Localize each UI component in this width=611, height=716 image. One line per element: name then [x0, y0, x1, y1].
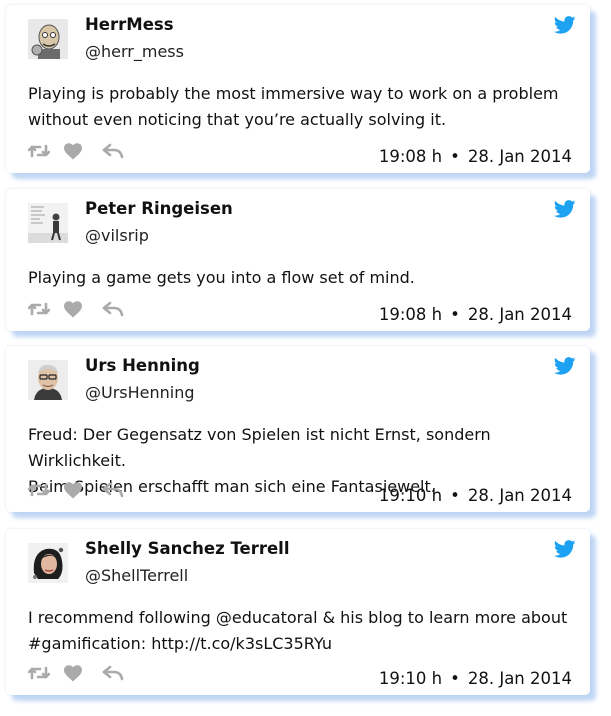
author-name[interactable]: HerrMess: [85, 15, 174, 34]
author-name[interactable]: Peter Ringeisen: [85, 199, 233, 218]
tweet-date: 28. Jan 2014: [467, 486, 572, 505]
author-handle[interactable]: @vilsrip: [85, 226, 149, 245]
tweet-actions: [27, 300, 124, 322]
separator-dot: •: [450, 486, 460, 505]
tweet-timestamp[interactable]: 19:10 h • 28. Jan 2014: [379, 669, 572, 688]
tweet-card[interactable]: Urs Henning @UrsHenning Freud: Der Gegen…: [6, 346, 590, 512]
author-handle[interactable]: @ShellTerrell: [85, 566, 188, 585]
tweet-text-line: without even noticing that you’re actual…: [28, 110, 447, 129]
retweet-icon[interactable]: [27, 481, 51, 503]
author-name[interactable]: Shelly Sanchez Terrell: [85, 539, 290, 558]
tweet-text: I recommend following @educatoral & his …: [28, 605, 573, 657]
avatar[interactable]: [28, 360, 68, 400]
twitter-bird-icon[interactable]: [554, 540, 576, 558]
tweet-time: 19:10 h: [378, 669, 443, 688]
reply-icon[interactable]: [102, 482, 124, 502]
tweet-text-line: Freud: Der Gegensatz von Spielen ist nic…: [28, 425, 491, 470]
twitter-bird-icon[interactable]: [554, 200, 576, 218]
separator-dot: •: [450, 669, 460, 688]
tweet-card[interactable]: HerrMess @herr_mess Playing is probably …: [6, 5, 590, 173]
heart-icon[interactable]: [64, 142, 82, 164]
tweet-date: 28. Jan 2014: [467, 147, 572, 166]
tweet-text: Playing is probably the most immersive w…: [28, 81, 573, 133]
separator-dot: •: [450, 147, 460, 166]
tweet-actions: [27, 664, 124, 686]
retweet-icon[interactable]: [27, 142, 51, 164]
avatar-image: [28, 360, 68, 400]
tweet-text: Playing a game gets you into a flow set …: [28, 265, 573, 291]
reply-icon[interactable]: [102, 665, 124, 685]
tweet-text-line: #gamification: http://t.co/k3sLC35RYu: [28, 634, 332, 653]
avatar[interactable]: [28, 19, 68, 59]
tweet-date: 28. Jan 2014: [467, 669, 572, 688]
tweet-time: 19:10 h: [378, 486, 443, 505]
tweet-text-line: I recommend following @educatoral & his …: [28, 608, 568, 627]
reply-icon[interactable]: [102, 143, 124, 163]
tweet-time: 19:08 h: [378, 147, 443, 166]
heart-icon[interactable]: [64, 664, 82, 686]
author-handle[interactable]: @UrsHenning: [85, 383, 195, 402]
tweet-actions: [27, 142, 124, 164]
avatar[interactable]: [28, 203, 68, 243]
tweet-text-line: Playing is probably the most immersive w…: [28, 84, 559, 103]
retweet-icon[interactable]: [27, 300, 51, 322]
tweet-feed: HerrMess @herr_mess Playing is probably …: [0, 0, 611, 716]
heart-icon[interactable]: [64, 300, 82, 322]
twitter-bird-icon[interactable]: [554, 357, 576, 375]
tweet-text-line: Playing a game gets you into a flow set …: [28, 268, 415, 287]
tweet-time: 19:08 h: [378, 305, 443, 324]
avatar-image: [28, 19, 68, 59]
tweet-card[interactable]: Peter Ringeisen @vilsrip Playing a game …: [6, 189, 590, 331]
separator-dot: •: [450, 305, 460, 324]
tweet-timestamp[interactable]: 19:08 h • 28. Jan 2014: [379, 305, 572, 324]
tweet-actions: [27, 481, 124, 503]
tweet-card[interactable]: Shelly Sanchez Terrell @ShellTerrell I r…: [6, 529, 590, 695]
tweet-timestamp[interactable]: 19:10 h • 28. Jan 2014: [379, 486, 572, 505]
heart-icon[interactable]: [64, 481, 82, 503]
avatar[interactable]: [28, 543, 68, 583]
author-name[interactable]: Urs Henning: [85, 356, 200, 375]
tweet-timestamp[interactable]: 19:08 h • 28. Jan 2014: [379, 147, 572, 166]
tweet-date: 28. Jan 2014: [467, 305, 572, 324]
twitter-bird-icon[interactable]: [554, 16, 576, 34]
author-handle[interactable]: @herr_mess: [85, 42, 184, 61]
avatar-image: [28, 203, 68, 243]
retweet-icon[interactable]: [27, 664, 51, 686]
avatar-image: [28, 543, 68, 583]
reply-icon[interactable]: [102, 301, 124, 321]
